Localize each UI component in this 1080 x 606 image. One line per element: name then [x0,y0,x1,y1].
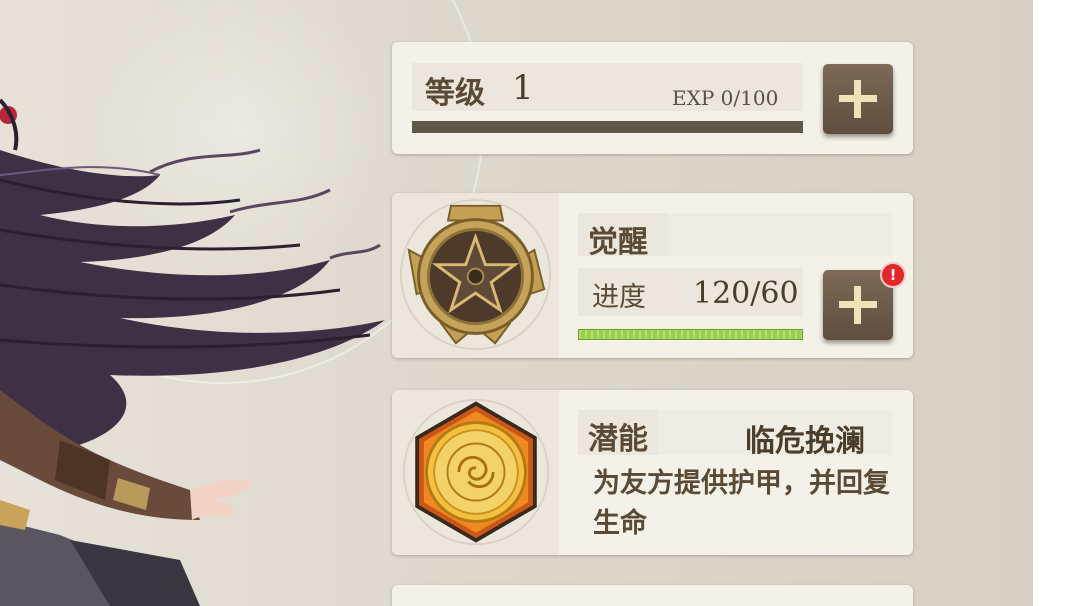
screen-edge [1033,0,1080,606]
level-label: 等级 [425,76,485,111]
awakening-title: 觉醒 [588,225,648,260]
awakening-progress-bar [578,329,803,340]
progress-label: 进度 [592,282,646,313]
exp-text: EXP 0/100 [672,86,779,110]
character-artwork [0,98,385,606]
potential-skill-name: 临危挽澜 [745,424,865,459]
star-medallion-icon[interactable] [397,196,554,353]
potential-title: 潜能 [588,422,648,457]
level-up-button[interactable] [823,64,893,134]
progress-value: 120/60 [693,276,799,311]
exp-progress-bar [412,121,803,133]
alert-badge-icon: ! [880,262,906,288]
awakening-title-bar-tail [668,213,892,256]
potential-description: 为友方提供护甲，并回复生命 [593,468,890,539]
next-card [392,585,913,606]
golden-coin-icon[interactable] [400,396,552,548]
character-screen: 等级 1 EXP 0/100 觉醒 进度 120/60 ! 潜能 临危挽澜 为友… [0,0,1033,606]
level-value: 1 [512,68,534,108]
